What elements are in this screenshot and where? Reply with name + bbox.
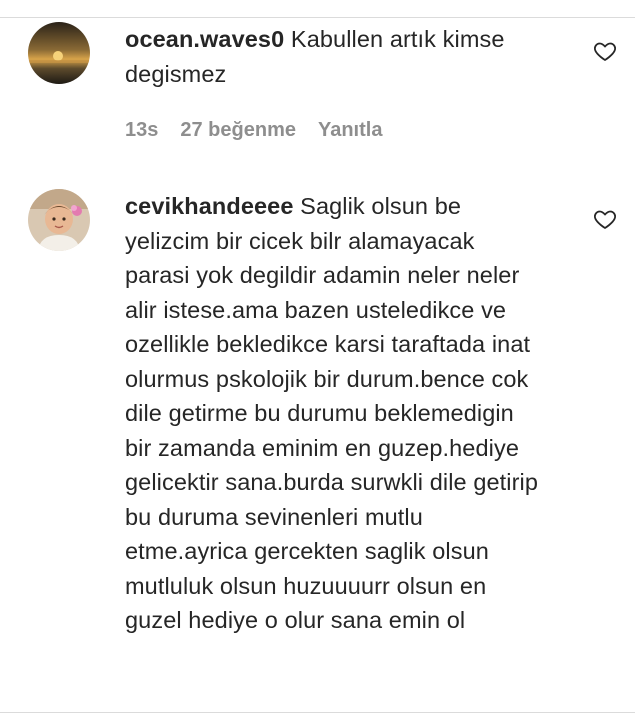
- comment-time[interactable]: 13s: [125, 119, 158, 142]
- sunset-avatar-icon[interactable]: [28, 22, 90, 84]
- comment-body: Saglik olsun be yelizcim bir cicek bilr …: [125, 193, 539, 633]
- reply-button[interactable]: Yanıtla: [318, 119, 382, 142]
- heart-outline-icon[interactable]: [593, 207, 617, 231]
- divider: [0, 712, 635, 713]
- heart-outline-icon[interactable]: [593, 39, 617, 63]
- comment-username[interactable]: ocean.waves0: [125, 26, 284, 52]
- comment-username[interactable]: cevikhandeeee: [125, 193, 294, 219]
- comment-text-block: ocean.waves0 Kabullen artık kimse degism…: [125, 22, 545, 91]
- comment-meta: 13s 27 beğenme Yanıtla: [125, 119, 382, 142]
- divider: [0, 17, 635, 18]
- comment-text-block: cevikhandeeee Saglik olsun be yelizcim b…: [125, 189, 545, 638]
- comment-likes[interactable]: 27 beğenme: [180, 119, 296, 142]
- child-photo-avatar-icon[interactable]: [28, 189, 90, 251]
- comments-panel: ocean.waves0 Kabullen artık kimse degism…: [0, 0, 635, 721]
